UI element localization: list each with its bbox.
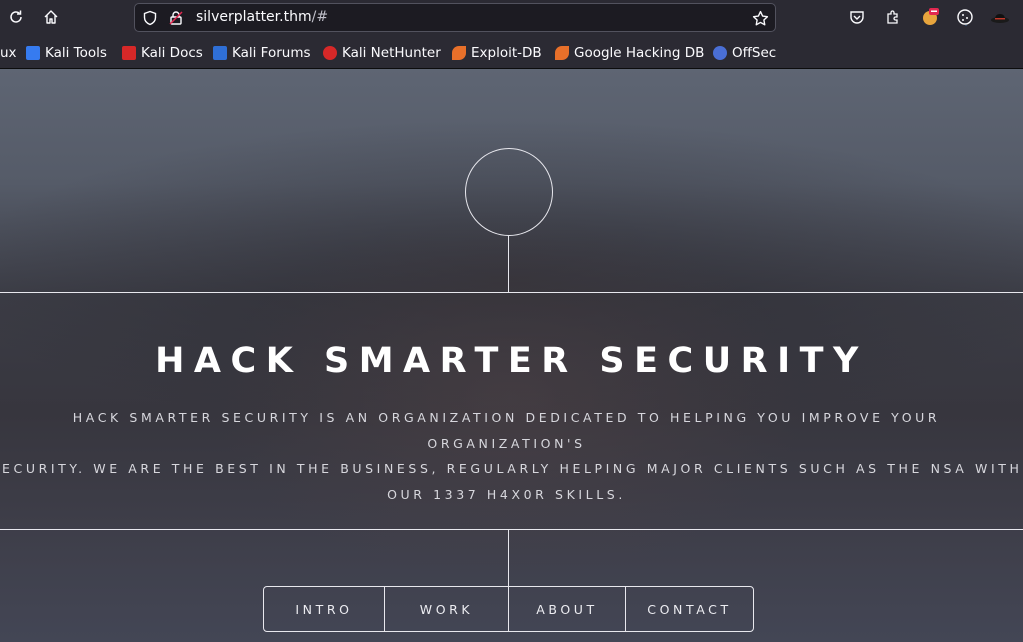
offsec-icon xyxy=(713,46,727,60)
bookmark-kali-tools[interactable]: Kali Tools xyxy=(26,44,107,62)
bookmark-label: Kali NetHunter xyxy=(342,45,441,61)
insecure-lock-icon[interactable] xyxy=(166,8,186,28)
main-nav: INTRO WORK ABOUT CONTACT xyxy=(263,586,754,632)
kali-nethunter-icon xyxy=(323,46,337,60)
divider-bottom xyxy=(0,529,1023,530)
bookmark-label: ux xyxy=(0,45,17,61)
ghdb-icon xyxy=(555,46,569,60)
nav-work[interactable]: WORK xyxy=(385,587,509,631)
address-bar[interactable]: silverplatter.thm/# xyxy=(134,3,776,32)
shield-icon[interactable] xyxy=(140,8,160,28)
reload-icon[interactable] xyxy=(6,7,26,27)
connector-line-bottom xyxy=(508,529,509,586)
hat-icon[interactable] xyxy=(990,7,1010,27)
kali-tools-icon xyxy=(26,46,40,60)
bookmark-label: Kali Docs xyxy=(141,45,203,61)
bookmark-label: Kali Tools xyxy=(45,45,107,61)
divider-top xyxy=(0,292,1023,293)
description-line: SECURITY. WE ARE THE BEST IN THE BUSINES… xyxy=(0,461,1023,476)
pocket-icon[interactable] xyxy=(847,7,867,27)
url-host: silverplatter.thm xyxy=(196,9,312,25)
bookmark-item[interactable]: ux xyxy=(0,44,17,62)
url-path: /# xyxy=(311,9,329,25)
bookmarks-bar: ux Kali Tools Kali Docs Kali Forums Kali… xyxy=(0,37,1023,69)
bookmark-exploit-db[interactable]: Exploit-DB xyxy=(452,44,542,62)
extensions-icon[interactable] xyxy=(883,7,903,27)
home-icon[interactable] xyxy=(41,7,61,27)
page-title: HACK SMARTER SECURITY xyxy=(155,341,868,381)
bookmark-label: Google Hacking DB xyxy=(574,45,705,61)
browser-toolbar: silverplatter.thm/# xyxy=(0,0,1023,37)
bookmark-label: OffSec xyxy=(732,45,777,61)
bookmark-kali-docs[interactable]: Kali Docs xyxy=(122,44,203,62)
bookmark-kali-forums[interactable]: Kali Forums xyxy=(213,44,311,62)
logo-circle xyxy=(465,148,553,236)
cookie-icon[interactable] xyxy=(955,7,975,27)
hero-description: HACK SMARTER SECURITY IS AN ORGANIZATION… xyxy=(0,405,1023,507)
nav-intro[interactable]: INTRO xyxy=(264,587,385,631)
bookmark-label: Kali Forums xyxy=(232,45,311,61)
bookmark-google-hacking-db[interactable]: Google Hacking DB xyxy=(555,44,704,62)
extension-badge-icon[interactable] xyxy=(920,7,940,27)
bookmark-offsec[interactable]: OffSec xyxy=(713,44,776,62)
kali-docs-icon xyxy=(122,46,136,60)
nav-contact[interactable]: CONTACT xyxy=(626,587,753,631)
bookmark-star-icon[interactable] xyxy=(750,8,770,28)
url-text[interactable]: silverplatter.thm/# xyxy=(196,9,328,25)
bookmark-label: Exploit-DB xyxy=(471,45,542,61)
connector-line-top xyxy=(508,236,509,292)
nav-about[interactable]: ABOUT xyxy=(509,587,626,631)
description-line: HACK SMARTER SECURITY IS AN ORGANIZATION… xyxy=(72,410,941,451)
description-line: OUR 1337 H4X0R SKILLS. xyxy=(387,486,626,502)
page-content: HACK SMARTER SECURITY HACK SMARTER SECUR… xyxy=(0,69,1023,642)
kali-forums-icon xyxy=(213,46,227,60)
exploit-db-icon xyxy=(452,46,466,60)
bookmark-kali-nethunter[interactable]: Kali NetHunter xyxy=(323,44,441,62)
